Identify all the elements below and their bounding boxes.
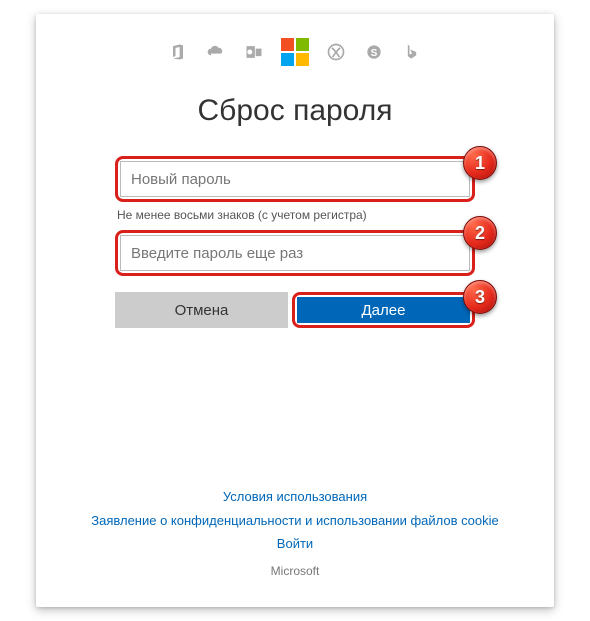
confirm-password-input[interactable]: [120, 235, 470, 271]
outlook-icon: [243, 41, 265, 63]
reset-form: 1 Не менее восьми знаков (с учетом регис…: [115, 156, 475, 328]
onedrive-icon: [205, 41, 227, 63]
copyright-text: Microsoft: [36, 561, 554, 583]
confirm-password-highlight: [115, 230, 475, 276]
callout-badge-1: 1: [463, 146, 497, 180]
page-title: Сброс пароля: [36, 94, 554, 128]
svg-text:S: S: [371, 48, 378, 59]
callout-badge-2: 2: [463, 216, 497, 250]
microsoft-logo-icon: [281, 38, 309, 66]
skype-icon: S: [363, 41, 385, 63]
password-hint: Не менее восьми знаков (с учетом регистр…: [117, 208, 475, 222]
cancel-button[interactable]: Отмена: [115, 292, 288, 328]
signin-link[interactable]: Войти: [36, 532, 554, 555]
privacy-link[interactable]: Заявление о конфиденциальности и использ…: [36, 509, 554, 532]
next-button-highlight: Далее: [292, 292, 475, 328]
next-button[interactable]: Далее: [297, 297, 470, 323]
footer: Условия использования Заявление о конфид…: [36, 485, 554, 583]
xbox-icon: [325, 41, 347, 63]
callout-badge-3: 3: [463, 280, 497, 314]
bing-icon: [401, 41, 423, 63]
new-password-highlight: [115, 156, 475, 202]
terms-link[interactable]: Условия использования: [36, 485, 554, 508]
new-password-input[interactable]: [120, 161, 470, 197]
button-row: Отмена Далее 3: [115, 292, 475, 328]
brand-icons-row: S: [36, 38, 554, 66]
reset-password-card: S Сброс пароля 1 Не менее восьми знаков …: [36, 14, 554, 607]
office-icon: [167, 41, 189, 63]
